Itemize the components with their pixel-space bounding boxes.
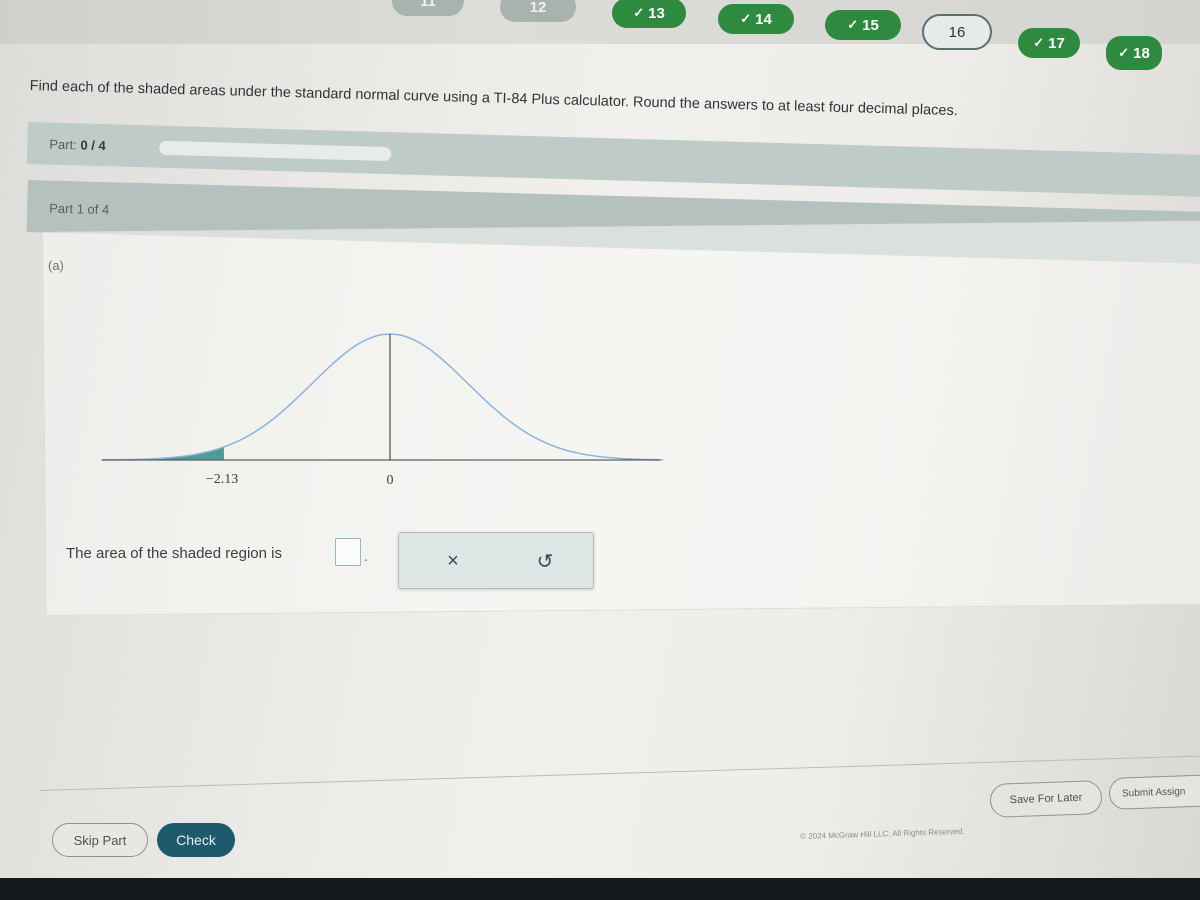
check-icon: ✓ <box>1033 35 1045 50</box>
screen: 11 12 ✓ 13 ✓ 14 ✓ 15 16 ✓ 17 ✓ 18 Find e… <box>0 0 1200 878</box>
skip-part-button[interactable]: Skip Part <box>52 823 148 857</box>
question-pill-12[interactable]: 12 <box>500 0 576 22</box>
tick-label-left: −2.13 <box>206 472 238 487</box>
undo-button[interactable]: ↺ <box>531 547 559 575</box>
question-number: 13 <box>648 4 665 22</box>
question-pill-18[interactable]: ✓ 18 <box>1106 36 1162 70</box>
question-navigation: 11 12 ✓ 13 ✓ 14 ✓ 15 16 ✓ 17 ✓ 18 <box>0 0 1200 70</box>
question-number: 12 <box>529 0 547 16</box>
check-icon: ✓ <box>633 5 645 20</box>
answer-period: . <box>364 548 368 564</box>
normal-curve-figure: −2.13 0 <box>101 333 663 488</box>
check-icon: ✓ <box>740 11 752 26</box>
question-number: 17 <box>1048 34 1065 52</box>
part-number-label: Part 1 of 4 <box>49 200 110 218</box>
question-pill-15[interactable]: ✓ 15 <box>825 10 901 40</box>
check-button[interactable]: Check <box>157 823 235 857</box>
tick-label-center: 0 <box>387 473 394 488</box>
normal-curve <box>101 333 663 461</box>
undo-icon: ↺ <box>536 550 554 573</box>
save-for-later-button[interactable]: Save For Later <box>989 780 1103 818</box>
part-progress-label: Part: 0 / 4 <box>49 136 106 154</box>
question-pill-17[interactable]: ✓ 17 <box>1018 28 1080 58</box>
question-number: 14 <box>755 10 772 28</box>
answer-input[interactable] <box>335 538 361 566</box>
part-letter: (a) <box>48 258 64 273</box>
progress-track <box>159 140 392 162</box>
check-icon: ✓ <box>1118 45 1130 60</box>
monitor-bezel <box>0 878 1200 900</box>
question-pill-16[interactable]: 16 <box>922 14 992 50</box>
copyright-footer: © 2024 McGraw Hill LLC. All Rights Reser… <box>800 826 965 841</box>
question-number: 16 <box>948 23 966 41</box>
answer-prompt: The area of the shaded region is <box>66 545 282 562</box>
submit-assignment-button[interactable]: Submit Assign <box>1108 774 1200 810</box>
question-number: 15 <box>862 16 879 34</box>
question-pill-14[interactable]: ✓ 14 <box>718 4 794 34</box>
question-pill-13[interactable]: ✓ 13 <box>612 0 686 28</box>
question-number: 11 <box>420 0 436 10</box>
clear-button[interactable]: × <box>439 547 467 575</box>
question-number: 18 <box>1133 44 1150 62</box>
question-pill-11[interactable]: 11 <box>392 0 464 16</box>
answer-tools-panel: × ↺ <box>398 532 594 589</box>
check-icon: ✓ <box>847 17 859 32</box>
close-icon: × <box>447 549 459 572</box>
part-progress-value: 0 / 4 <box>80 137 106 154</box>
instructions-text: Find each of the shaded areas under the … <box>29 78 958 120</box>
